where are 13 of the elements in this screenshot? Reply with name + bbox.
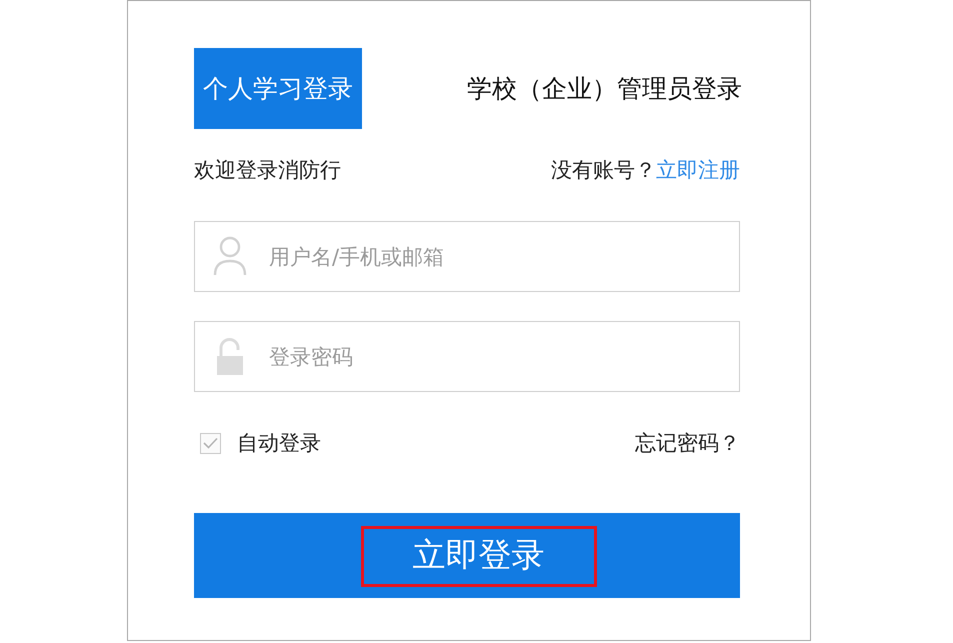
forgot-password-link[interactable]: 忘记密码？ <box>635 429 740 457</box>
person-icon <box>213 236 247 276</box>
username-field[interactable]: 用户名/手机或邮箱 <box>194 221 740 292</box>
checkmark-icon <box>203 437 218 449</box>
no-account-text: 没有账号？ <box>551 157 656 183</box>
register-link[interactable]: 立即注册 <box>656 157 740 183</box>
login-button[interactable]: 立即登录 <box>194 513 740 598</box>
auto-login-label: 自动登录 <box>237 430 321 457</box>
welcome-text: 欢迎登录消防行 <box>194 157 341 183</box>
login-tab[interactable]: 学校（企业）管理员登录 <box>458 48 751 129</box>
checkbox[interactable] <box>200 432 221 454</box>
login-tab[interactable]: 个人学习登录 <box>194 48 362 129</box>
password-field[interactable]: 登录密码 <box>194 321 740 392</box>
